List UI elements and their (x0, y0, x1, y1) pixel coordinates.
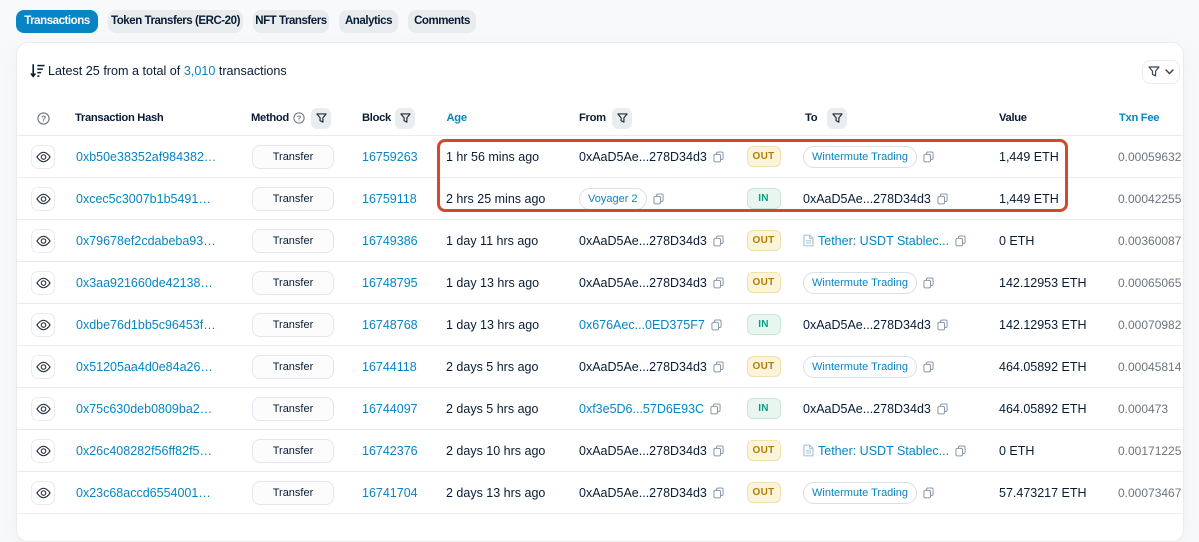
svg-text:?: ? (41, 113, 46, 123)
svg-text:?: ? (297, 114, 302, 123)
